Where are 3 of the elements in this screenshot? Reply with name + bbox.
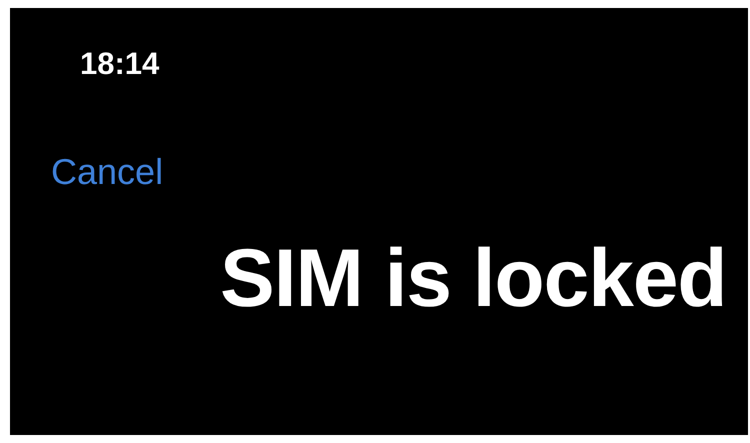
cancel-link[interactable]: Cancel [51,154,164,190]
screen-title: SIM is locked [220,238,728,320]
status-time: 18:14 [80,48,160,79]
